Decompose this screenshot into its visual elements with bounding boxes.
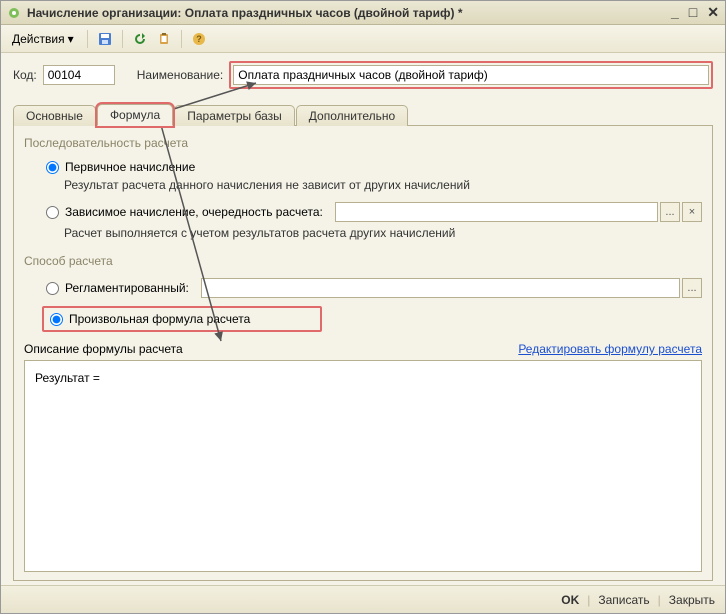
radio-dependent-label: Зависимое начисление, очередность расчет… xyxy=(65,205,323,219)
close-footer-button[interactable]: Закрыть xyxy=(669,593,715,607)
footer-sep-1: | xyxy=(587,593,590,607)
radio-primary[interactable] xyxy=(46,161,59,174)
edit-formula-link[interactable]: Редактировать формулу расчета xyxy=(518,342,702,356)
actions-menu[interactable]: Действия ▾ xyxy=(7,29,79,49)
name-input[interactable] xyxy=(233,65,709,85)
save-button[interactable]: Записать xyxy=(598,593,649,607)
regulated-ellipsis-button[interactable]: ... xyxy=(682,278,702,298)
dependent-input[interactable] xyxy=(335,202,658,222)
header-fields: Код: Наименование: xyxy=(13,61,713,89)
minimize-button[interactable]: _ xyxy=(671,4,679,21)
method-title: Способ расчета xyxy=(24,254,702,268)
dependent-lookup: ... × xyxy=(335,202,702,222)
tab-params[interactable]: Параметры базы xyxy=(174,105,295,126)
tab-main[interactable]: Основные xyxy=(13,105,96,126)
window-controls: _ □ ✕ xyxy=(671,4,719,21)
formula-textarea[interactable]: Результат = xyxy=(24,360,702,572)
radio-regulated-label: Регламентированный: xyxy=(65,281,189,295)
radio-arbitrary[interactable] xyxy=(50,313,63,326)
tab-body: Последовательность расчета Первичное нач… xyxy=(13,126,713,581)
regulated-input[interactable] xyxy=(201,278,680,298)
toolbar-divider-2 xyxy=(122,30,123,48)
primary-hint: Результат расчета данного начисления не … xyxy=(64,178,702,192)
radio-regulated-row[interactable]: Регламентированный: ... xyxy=(46,278,702,298)
toolbar-divider-3 xyxy=(181,30,182,48)
actions-label: Действия xyxy=(12,32,65,46)
radio-arbitrary-row[interactable]: Произвольная формула расчета xyxy=(42,306,322,332)
window: Начисление организации: Оплата праздничн… xyxy=(0,0,726,614)
window-title: Начисление организации: Оплата праздничн… xyxy=(27,6,665,20)
dependent-clear-button[interactable]: × xyxy=(682,202,702,222)
dropdown-icon: ▾ xyxy=(68,32,74,46)
clipboard-icon[interactable] xyxy=(155,30,173,48)
content-area: Код: Наименование: Основные Формула Пара… xyxy=(1,53,725,585)
toolbar: Действия ▾ ? xyxy=(1,25,725,53)
code-input[interactable] xyxy=(43,65,115,85)
tab-strip: Основные Формула Параметры базы Дополнит… xyxy=(13,103,713,126)
dependent-ellipsis-button[interactable]: ... xyxy=(660,202,680,222)
radio-dependent[interactable] xyxy=(46,206,59,219)
sequence-title: Последовательность расчета xyxy=(24,136,702,150)
close-button[interactable]: ✕ xyxy=(707,4,719,21)
name-highlight xyxy=(229,61,713,89)
titlebar: Начисление организации: Оплата праздничн… xyxy=(1,1,725,25)
footer: OK | Записать | Закрыть xyxy=(1,585,725,613)
radio-arbitrary-label: Произвольная формула расчета xyxy=(69,312,250,326)
dependent-hint: Расчет выполняется с учетом результатов … xyxy=(64,226,702,240)
save-icon[interactable] xyxy=(96,30,114,48)
help-icon[interactable]: ? xyxy=(190,30,208,48)
ok-button[interactable]: OK xyxy=(561,593,579,607)
app-icon xyxy=(7,6,21,20)
tab-extra[interactable]: Дополнительно xyxy=(296,105,408,126)
tab-formula[interactable]: Формула xyxy=(97,104,173,126)
formula-header: Описание формулы расчета Редактировать ф… xyxy=(24,342,702,356)
formula-body: Результат = xyxy=(35,371,100,385)
radio-primary-row[interactable]: Первичное начисление xyxy=(46,160,702,174)
toolbar-divider xyxy=(87,30,88,48)
footer-sep-2: | xyxy=(658,593,661,607)
name-label: Наименование: xyxy=(137,68,224,82)
radio-regulated[interactable] xyxy=(46,282,59,295)
svg-text:?: ? xyxy=(196,34,202,44)
refresh-icon[interactable] xyxy=(131,30,149,48)
code-label: Код: xyxy=(13,68,37,82)
regulated-lookup: ... xyxy=(201,278,702,298)
radio-primary-label: Первичное начисление xyxy=(65,160,195,174)
maximize-button[interactable]: □ xyxy=(689,4,697,21)
formula-desc-label: Описание формулы расчета xyxy=(24,342,183,356)
radio-dependent-row[interactable]: Зависимое начисление, очередность расчет… xyxy=(46,202,702,222)
